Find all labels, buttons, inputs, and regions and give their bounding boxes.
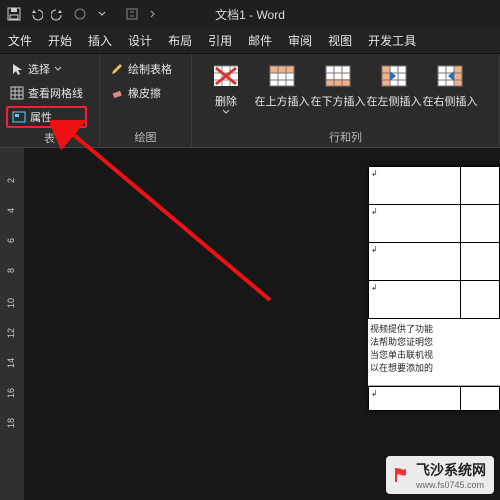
ruler-mark: 18 (6, 418, 16, 428)
watermark-url: www.fs0745.com (416, 480, 486, 490)
draw-table-label: 绘制表格 (128, 61, 172, 77)
ruler-mark: 4 (6, 208, 16, 213)
insert-row-above-icon (266, 60, 298, 92)
group-table-label: 表 (6, 128, 93, 146)
delete-table-icon (210, 60, 242, 92)
document-paragraph[interactable]: 视频提供了功能 法帮助您证明您 当您单击联机视 以在想要添加的 (368, 319, 500, 379)
table-cell[interactable]: ↲ (369, 243, 461, 281)
delete-button[interactable]: 删除 (198, 58, 254, 127)
tab-view[interactable]: 视图 (320, 28, 360, 53)
redo-icon[interactable] (48, 4, 68, 24)
insert-col-right-icon (434, 60, 466, 92)
tab-file[interactable]: 文件 (0, 28, 40, 53)
tab-review[interactable]: 审阅 (280, 28, 320, 53)
flag-icon (394, 467, 410, 483)
workspace: 2 4 6 8 10 12 14 16 18 ↲ ↲ ↲ ↲ 视频提供了功能 法… (0, 148, 500, 500)
save-icon[interactable] (4, 4, 24, 24)
eraser-button[interactable]: 橡皮擦 (106, 82, 176, 104)
tab-mailings[interactable]: 邮件 (240, 28, 280, 53)
ribbon-tabs: 文件 开始 插入 设计 布局 引用 邮件 审阅 视图 开发工具 (0, 28, 500, 54)
insert-row-below-icon (322, 60, 354, 92)
table-cell[interactable] (460, 205, 499, 243)
ribbon: 选择 查看网格线 属性 表 (0, 54, 500, 148)
insert-below-button[interactable]: 在下方插入 (310, 58, 366, 127)
insert-right-label: 在右侧插入 (423, 96, 478, 109)
ribbon-group-draw: 绘制表格 橡皮擦 绘图 (100, 54, 192, 147)
insert-above-button[interactable]: 在上方插入 (254, 58, 310, 127)
tab-references[interactable]: 引用 (200, 28, 240, 53)
cursor-icon (10, 62, 24, 76)
group-rowscols-label: 行和列 (198, 127, 493, 145)
table-cell[interactable] (460, 387, 499, 411)
ruler-mark: 2 (6, 178, 16, 183)
group-draw-label: 绘图 (106, 127, 185, 145)
qat-dropdown-icon[interactable] (92, 4, 112, 24)
undo-icon[interactable] (26, 4, 46, 24)
insert-col-left-icon (378, 60, 410, 92)
watermark-name: 飞沙系统网 (416, 462, 486, 478)
document-canvas[interactable]: ↲ ↲ ↲ ↲ 视频提供了功能 法帮助您证明您 当您单击联机视 以在想要添加的 … (24, 148, 500, 500)
watermark: 飞沙系统网 www.fs0745.com (386, 456, 494, 494)
table-cell[interactable] (460, 281, 499, 319)
table-cell[interactable] (460, 167, 499, 205)
properties-icon (12, 110, 26, 124)
properties-label: 属性 (30, 109, 52, 125)
ruler-mark: 12 (6, 328, 16, 338)
insert-below-label: 在下方插入 (311, 96, 366, 109)
draw-table-button[interactable]: 绘制表格 (106, 58, 176, 80)
select-button[interactable]: 选择 (6, 58, 87, 80)
insert-above-label: 在上方插入 (255, 96, 310, 109)
insert-left-label: 在左侧插入 (367, 96, 422, 109)
tab-insert[interactable]: 插入 (80, 28, 120, 53)
table-cell[interactable]: ↲ (369, 167, 461, 205)
qat-more-icon[interactable] (122, 4, 142, 24)
chevron-down-icon (54, 65, 62, 73)
tab-developer[interactable]: 开发工具 (360, 28, 424, 53)
view-gridlines-button[interactable]: 查看网格线 (6, 82, 87, 104)
document-table-footer[interactable]: ↲ (368, 386, 500, 411)
ruler-mark: 8 (6, 268, 16, 273)
vertical-ruler[interactable]: 2 4 6 8 10 12 14 16 18 (0, 148, 24, 500)
pencil-icon (110, 62, 124, 76)
properties-button[interactable]: 属性 (6, 106, 87, 128)
grid-icon (10, 86, 24, 100)
chevron-down-icon (222, 109, 230, 115)
eraser-label: 橡皮擦 (128, 85, 161, 101)
tab-layout[interactable]: 布局 (160, 28, 200, 53)
titlebar: 文档1 - Word (0, 0, 500, 28)
page[interactable]: ↲ ↲ ↲ ↲ 视频提供了功能 法帮助您证明您 当您单击联机视 以在想要添加的 … (368, 166, 500, 411)
insert-right-button[interactable]: 在右侧插入 (422, 58, 478, 127)
table-cell[interactable]: ↲ (369, 281, 461, 319)
tab-home[interactable]: 开始 (40, 28, 80, 53)
qat-overflow-icon[interactable] (144, 4, 164, 24)
ruler-mark: 6 (6, 238, 16, 243)
ribbon-group-table: 选择 查看网格线 属性 表 (0, 54, 100, 147)
eraser-icon (110, 86, 124, 100)
document-table[interactable]: ↲ ↲ ↲ ↲ (368, 166, 500, 319)
ruler-mark: 14 (6, 358, 16, 368)
table-cell[interactable]: ↲ (369, 387, 461, 411)
tab-design[interactable]: 设计 (120, 28, 160, 53)
ruler-mark: 10 (6, 298, 16, 308)
table-cell[interactable]: ↲ (369, 205, 461, 243)
delete-label: 删除 (215, 96, 237, 109)
insert-left-button[interactable]: 在左侧插入 (366, 58, 422, 127)
ribbon-group-rows-cols: 删除 在上方插入 在下方插入 在左侧插入 (192, 54, 500, 147)
ruler-mark: 16 (6, 388, 16, 398)
window-title: 文档1 - Word (215, 6, 285, 23)
select-label: 选择 (28, 61, 50, 77)
view-gridlines-label: 查看网格线 (28, 85, 83, 101)
touch-mode-icon[interactable] (70, 4, 90, 24)
table-cell[interactable] (460, 243, 499, 281)
